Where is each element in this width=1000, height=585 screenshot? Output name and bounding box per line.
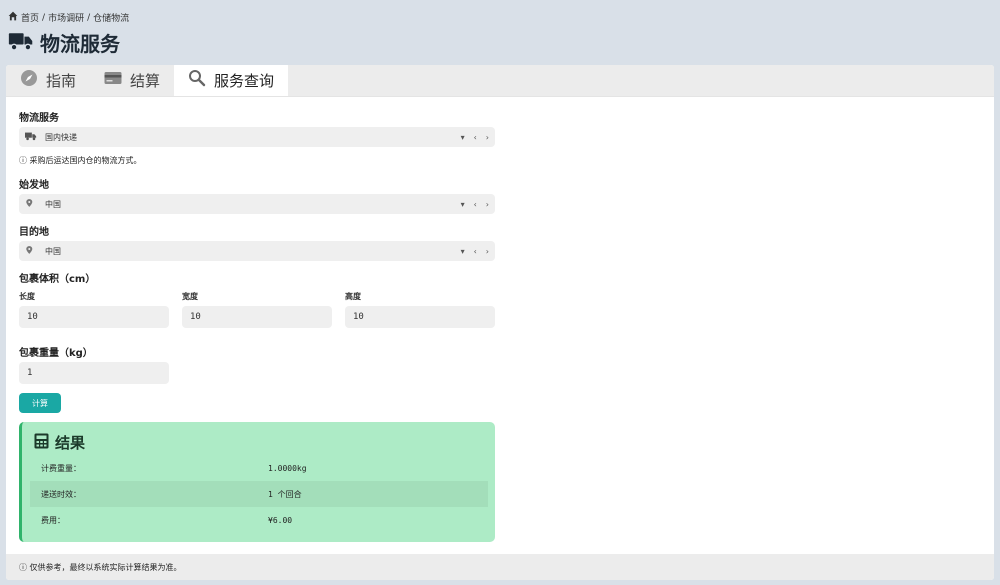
truck-icon [8, 30, 34, 56]
origin-value: 中国 [45, 199, 61, 209]
service-label: 物流服务 [19, 113, 59, 124]
calculator-icon [34, 433, 49, 453]
tab-guide-label: 指南 [46, 71, 77, 90]
origin-select[interactable]: 中国 ▾ ‹ › [19, 194, 495, 214]
tab-guide[interactable]: 指南 [6, 65, 90, 96]
service-select[interactable]: 国内快递 ▾ ‹ › [19, 127, 495, 147]
chevron-down-icon[interactable]: ▾ [461, 200, 465, 209]
chevron-left-icon[interactable]: ‹ [474, 200, 477, 209]
search-icon [188, 69, 206, 91]
result-value: ¥6.00 [268, 515, 293, 525]
chevron-left-icon[interactable]: ‹ [474, 247, 477, 256]
tab-settlement-label: 结算 [130, 71, 161, 90]
chevron-right-icon[interactable]: › [486, 200, 489, 209]
origin-label: 始发地 [19, 180, 49, 191]
result-value: 1 个回合 [268, 489, 302, 499]
breadcrumb-warehouse-logistics: 仓储物流 [93, 14, 130, 24]
tab-service-query[interactable]: 服务查询 [174, 65, 289, 96]
chevron-down-icon[interactable]: ▾ [461, 133, 465, 142]
chevron-left-icon[interactable]: ‹ [474, 133, 477, 142]
volume-label: 包裹体积（cm） [19, 274, 96, 285]
tab-service-query-label: 服务查询 [214, 71, 275, 90]
width-label: 宽度 [182, 292, 198, 301]
chevron-right-icon[interactable]: › [486, 133, 489, 142]
page-title-text: 物流服务 [40, 32, 120, 56]
truck-icon [25, 131, 45, 143]
height-input[interactable] [345, 306, 495, 328]
compass-icon [20, 69, 38, 91]
home-icon[interactable] [8, 11, 18, 24]
map-pin-icon [25, 198, 45, 210]
result-row-delivery-time: 递送时效： 1 个回合 [30, 481, 488, 507]
chevron-down-icon[interactable]: ▾ [461, 247, 465, 256]
result-value: 1.0000kg [268, 463, 307, 473]
breadcrumb-home[interactable]: 首页 [21, 11, 39, 24]
length-label: 长度 [19, 292, 35, 301]
result-title-text: 结果 [55, 434, 86, 452]
chevron-right-icon[interactable]: › [486, 247, 489, 256]
breadcrumb: 首页 / 市场调研 / 仓储物流 [8, 11, 129, 24]
breadcrumb-market-research[interactable]: 市场调研 [48, 11, 84, 24]
main-card: 指南 结算 服务查询 物流服务 国内快递 ▾ ‹ › ⓘ 采购后运达国内仓的物流… [6, 65, 994, 580]
result-key: 计费重量： [41, 463, 81, 473]
service-value: 国内快递 [45, 132, 77, 142]
result-row-cost: 费用： ¥6.00 [30, 507, 488, 533]
result-key: 费用： [41, 515, 65, 525]
height-label: 高度 [345, 292, 361, 301]
destination-label: 目的地 [19, 227, 49, 238]
result-key: 递送时效： [41, 489, 81, 499]
destination-select[interactable]: 中国 ▾ ‹ › [19, 241, 495, 261]
page-title: 物流服务 [8, 28, 120, 57]
weight-input[interactable] [19, 362, 169, 384]
result-panel: 结果 计费重量： 1.0000kg 递送时效： 1 个回合 费用： ¥6.00 [19, 422, 495, 542]
destination-value: 中国 [45, 246, 61, 256]
tab-settlement[interactable]: 结算 [90, 65, 174, 96]
service-hint: ⓘ 采购后运达国内仓的物流方式。 [19, 156, 142, 165]
result-row-chargeable-weight: 计费重量： 1.0000kg [30, 455, 488, 481]
result-title: 结果 [34, 432, 85, 453]
width-input[interactable] [182, 306, 332, 328]
credit-card-icon [104, 69, 122, 91]
footer-note: ⓘ 仅供参考，最终以系统实际计算结果为准。 [6, 554, 994, 580]
calculate-button[interactable]: 计算 [19, 393, 61, 413]
length-input[interactable] [19, 306, 169, 328]
weight-label: 包裹重量（kg） [19, 348, 93, 359]
map-pin-icon [25, 245, 45, 257]
tab-bar: 指南 结算 服务查询 [6, 65, 994, 97]
breadcrumb-separator: / [42, 12, 46, 23]
breadcrumb-separator: / [87, 12, 91, 23]
